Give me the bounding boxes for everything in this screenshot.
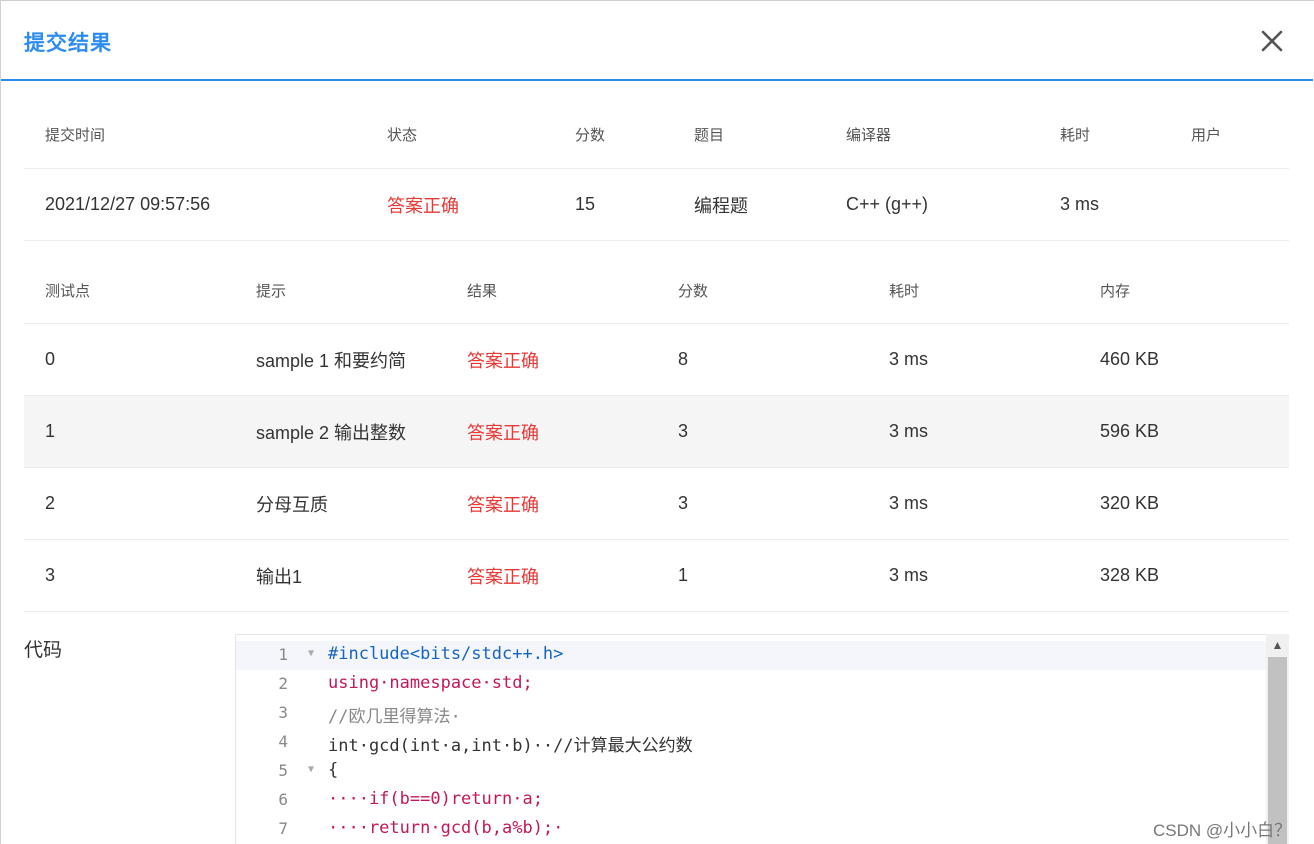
watermark: CSDN @小小白？ bbox=[1153, 821, 1292, 840]
case-score: 1 bbox=[678, 565, 689, 585]
case-id: 3 bbox=[45, 565, 56, 585]
dialog-header: 提交结果 bbox=[1, 1, 1313, 81]
case-id: 0 bbox=[45, 349, 56, 369]
header-problem: 题目 bbox=[694, 127, 725, 144]
code-line[interactable]: 2 using·namespace·std; bbox=[236, 670, 1266, 699]
table-row: 0 sample 1 和要约简 答案正确 8 3 ms 460 KB bbox=[24, 324, 1289, 396]
header-case-score: 分数 bbox=[678, 283, 709, 300]
case-hint: sample 1 和要约简 bbox=[256, 350, 407, 371]
code-line-text: { bbox=[328, 760, 339, 780]
header-user: 用户 bbox=[1191, 127, 1222, 144]
case-result: 答案正确 bbox=[467, 422, 539, 443]
compiler: C++ (g++) bbox=[846, 194, 929, 214]
table-row: 3 输出1 答案正确 1 3 ms 328 KB bbox=[24, 540, 1289, 612]
case-memory: 320 KB bbox=[1100, 493, 1160, 513]
header-compiler: 编译器 bbox=[846, 127, 892, 144]
code-editor[interactable]: 1 ▼ #include<bits/stdc++.h> 2 using·name… bbox=[235, 634, 1289, 844]
code-line-text: using·namespace·std; bbox=[328, 673, 533, 693]
case-time: 3 ms bbox=[889, 493, 929, 513]
code-line-text: int·gcd(int·a,int·b)··//计算最大公约数 bbox=[328, 736, 693, 756]
cases-header-row: 测试点 提示 结果 分数 耗时 内存 bbox=[24, 258, 1289, 324]
line-number: 6 bbox=[278, 790, 288, 809]
code-line[interactable]: 1 ▼ #include<bits/stdc++.h> bbox=[236, 641, 1266, 670]
code-line-text: #include<bits/stdc++.h> bbox=[328, 644, 564, 664]
line-number: 1 bbox=[278, 645, 288, 664]
case-score: 3 bbox=[678, 493, 689, 513]
case-hint: sample 2 输出整数 bbox=[256, 422, 407, 443]
code-line[interactable]: 7 ····return·gcd(b,a%b);· bbox=[236, 815, 1266, 844]
case-hint: 分母互质 bbox=[256, 494, 328, 515]
case-result: 答案正确 bbox=[467, 350, 539, 371]
editor-scrollbar[interactable]: ▲ bbox=[1266, 634, 1289, 844]
header-test-point: 测试点 bbox=[45, 283, 91, 300]
case-time: 3 ms bbox=[889, 349, 929, 369]
case-id: 2 bbox=[45, 493, 56, 513]
code-line[interactable]: 5 ▼ { bbox=[236, 757, 1266, 786]
header-time: 耗时 bbox=[1060, 127, 1091, 144]
code-line-text: ····if(b==0)return·a; bbox=[328, 789, 543, 809]
header-case-time: 耗时 bbox=[889, 283, 920, 300]
code-line[interactable]: 4 int·gcd(int·a,int·b)··//计算最大公约数 bbox=[236, 728, 1266, 757]
line-number: 7 bbox=[278, 819, 288, 838]
header-memory: 内存 bbox=[1100, 283, 1131, 300]
scroll-up-arrow-icon[interactable]: ▲ bbox=[1266, 634, 1289, 656]
submission-result-dialog: 提交结果 提交时间 状态 分数 题目 编译器 耗时 用户 2021/12/27 … bbox=[0, 0, 1314, 844]
score: 15 bbox=[575, 194, 596, 214]
fold-arrow-icon[interactable]: ▼ bbox=[308, 648, 314, 659]
header-score: 分数 bbox=[575, 127, 606, 144]
problem[interactable]: 编程题 bbox=[694, 169, 748, 240]
summary-header-row: 提交时间 状态 分数 题目 编译器 耗时 用户 bbox=[24, 101, 1289, 169]
line-number: 5 bbox=[278, 761, 288, 780]
header-status: 状态 bbox=[387, 127, 418, 144]
case-memory: 328 KB bbox=[1100, 565, 1160, 585]
case-time: 3 ms bbox=[889, 421, 929, 441]
case-result: 答案正确 bbox=[467, 494, 539, 515]
line-number: 3 bbox=[278, 703, 288, 722]
header-hint: 提示 bbox=[256, 283, 287, 300]
case-score: 3 bbox=[678, 421, 689, 441]
case-result: 答案正确 bbox=[467, 566, 539, 587]
code-line-text: ····return·gcd(b,a%b);· bbox=[328, 818, 564, 838]
header-result: 结果 bbox=[467, 283, 498, 300]
summary-row: 2021/12/27 09:57:56 答案正确 15 编程题 C++ (g++… bbox=[24, 169, 1289, 241]
code-label: 代码 bbox=[24, 640, 63, 661]
line-number: 4 bbox=[278, 732, 288, 751]
case-score: 8 bbox=[678, 349, 689, 369]
time-used: 3 ms bbox=[1060, 194, 1100, 214]
code-line[interactable]: 3 //欧几里得算法· bbox=[236, 699, 1266, 728]
case-hint: 输出1 bbox=[256, 566, 303, 587]
fold-arrow-icon[interactable]: ▼ bbox=[308, 764, 314, 775]
case-time: 3 ms bbox=[889, 565, 929, 585]
header-submit-time: 提交时间 bbox=[45, 127, 106, 144]
code-line-text: //欧几里得算法· bbox=[328, 707, 461, 727]
code-line[interactable]: 6 ····if(b==0)return·a; bbox=[236, 786, 1266, 815]
submit-time: 2021/12/27 09:57:56 bbox=[45, 194, 211, 214]
case-id: 1 bbox=[45, 421, 56, 441]
case-memory: 460 KB bbox=[1100, 349, 1160, 369]
table-row: 1 sample 2 输出整数 答案正确 3 3 ms 596 KB bbox=[24, 396, 1289, 468]
line-number: 2 bbox=[278, 674, 288, 693]
case-memory: 596 KB bbox=[1100, 421, 1160, 441]
dialog-title: 提交结果 bbox=[24, 32, 112, 55]
close-icon[interactable] bbox=[1256, 25, 1288, 57]
table-row: 2 分母互质 答案正确 3 3 ms 320 KB bbox=[24, 468, 1289, 540]
status: 答案正确 bbox=[387, 195, 459, 216]
